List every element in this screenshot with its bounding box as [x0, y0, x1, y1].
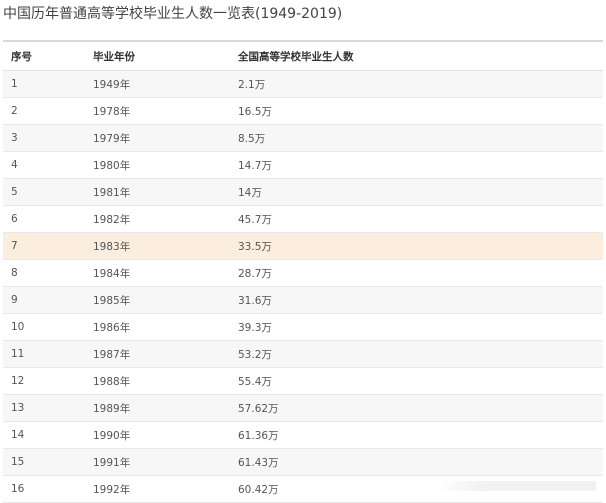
cell-graduates: 28.7万 — [230, 259, 603, 287]
cell-index: 12 — [3, 367, 85, 395]
cell-index: 10 — [3, 313, 85, 341]
table-row: 6 1982年 45.7万 — [3, 205, 603, 233]
cell-index: 3 — [3, 124, 85, 152]
table-row: 7 1983年 33.5万 — [3, 232, 603, 260]
cell-index: 6 — [3, 205, 85, 233]
cell-index: 13 — [3, 394, 85, 422]
cell-year: 1949年 — [85, 70, 230, 98]
cell-year: 1980年 — [85, 151, 230, 179]
cell-year: 1989年 — [85, 394, 230, 422]
cell-graduates: 61.43万 — [230, 448, 603, 476]
table-row: 4 1980年 14.7万 — [3, 151, 603, 179]
cell-graduates: 53.2万 — [230, 340, 603, 368]
cell-index: 15 — [3, 448, 85, 476]
table-row: 13 1989年 57.62万 — [3, 394, 603, 422]
cell-index: 11 — [3, 340, 85, 368]
page-title: 中国历年普通高等学校毕业生人数一览表(1949-2019) — [3, 6, 343, 22]
cell-index: 5 — [3, 178, 85, 206]
cell-graduates: 31.6万 — [230, 286, 603, 314]
cell-year: 1984年 — [85, 259, 230, 287]
cell-year: 1988年 — [85, 367, 230, 395]
cell-index: 9 — [3, 286, 85, 314]
cell-index: 14 — [3, 421, 85, 449]
table-row: 14 1990年 61.36万 — [3, 421, 603, 449]
cell-year: 1981年 — [85, 178, 230, 206]
cell-index: 4 — [3, 151, 85, 179]
table-row: 5 1981年 14万 — [3, 178, 603, 206]
cell-year: 1990年 — [85, 421, 230, 449]
header-year: 毕业年份 — [85, 40, 230, 71]
table-row: 2 1978年 16.5万 — [3, 97, 603, 125]
cell-graduates: 55.4万 — [230, 367, 603, 395]
cell-graduates: 33.5万 — [230, 232, 603, 260]
cell-year: 1992年 — [85, 475, 230, 503]
cell-year: 1978年 — [85, 97, 230, 125]
watermark — [436, 481, 596, 491]
cell-index: 7 — [3, 232, 85, 260]
table-body: 1 1949年 2.1万 2 1978年 16.5万 3 1979年 8.5万 4 1980年 14.… — [3, 70, 603, 503]
cell-year: 1983年 — [85, 232, 230, 260]
cell-index: 2 — [3, 97, 85, 125]
cell-graduates: 57.62万 — [230, 394, 603, 422]
header-index: 序号 — [3, 40, 85, 71]
header-graduates: 全国高等学校毕业生人数 — [230, 40, 603, 71]
table-row: 1 1949年 2.1万 — [3, 70, 603, 98]
table-row: 12 1988年 55.4万 — [3, 367, 603, 395]
table-row: 15 1991年 61.43万 — [3, 448, 603, 476]
cell-graduates: 61.36万 — [230, 421, 603, 449]
table-row: 10 1986年 39.3万 — [3, 313, 603, 341]
cell-graduates: 14.7万 — [230, 151, 603, 179]
cell-year: 1982年 — [85, 205, 230, 233]
cell-year: 1985年 — [85, 286, 230, 314]
graduates-table: 序号 毕业年份 全国高等学校毕业生人数 1 1949年 2.1万 2 1978年 16.5… — [3, 40, 603, 503]
table-row: 11 1987年 53.2万 — [3, 340, 603, 368]
table-row: 3 1979年 8.5万 — [3, 124, 603, 152]
cell-year: 1987年 — [85, 340, 230, 368]
cell-index: 16 — [3, 475, 85, 503]
cell-year: 1986年 — [85, 313, 230, 341]
cell-year: 1991年 — [85, 448, 230, 476]
cell-index: 1 — [3, 70, 85, 98]
cell-graduates: 16.5万 — [230, 97, 603, 125]
cell-graduates: 2.1万 — [230, 70, 603, 98]
cell-graduates: 14万 — [230, 178, 603, 206]
cell-graduates: 39.3万 — [230, 313, 603, 341]
cell-graduates: 45.7万 — [230, 205, 603, 233]
table-row: 9 1985年 31.6万 — [3, 286, 603, 314]
cell-index: 8 — [3, 259, 85, 287]
cell-year: 1979年 — [85, 124, 230, 152]
table-header-row: 序号 毕业年份 全国高等学校毕业生人数 — [3, 40, 603, 71]
cell-graduates: 8.5万 — [230, 124, 603, 152]
table-row: 8 1984年 28.7万 — [3, 259, 603, 287]
